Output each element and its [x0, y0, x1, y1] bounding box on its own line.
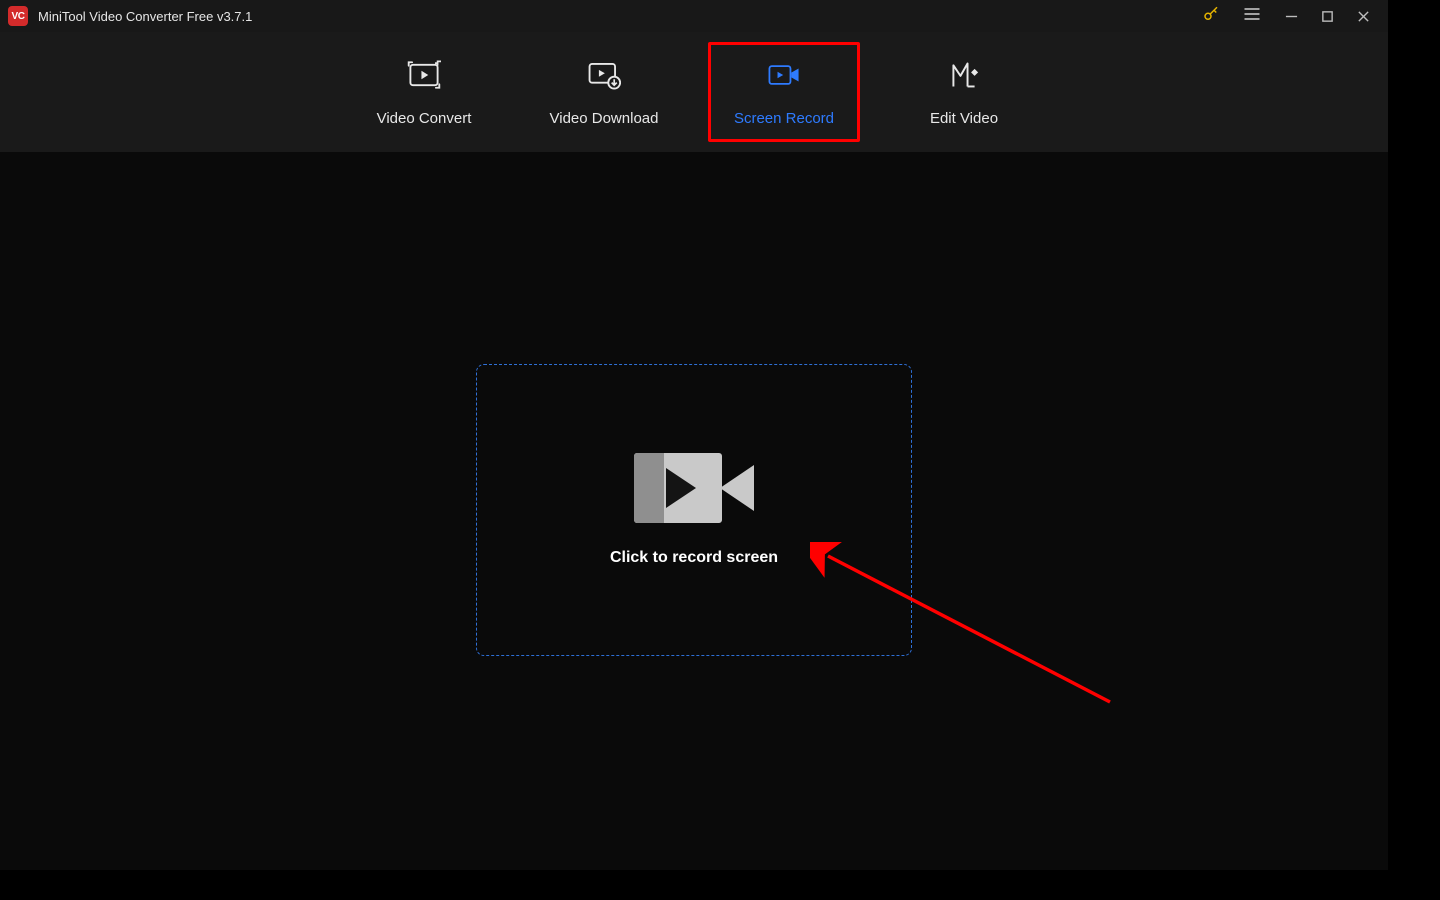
title-controls: [1202, 4, 1380, 29]
tab-video-download[interactable]: Video Download: [514, 32, 694, 152]
main-content-area: Click to record screen: [0, 152, 1388, 870]
tab-edit-video[interactable]: Edit Video: [874, 32, 1054, 152]
edit-video-icon: [947, 58, 981, 92]
tab-screen-record[interactable]: Screen Record: [694, 32, 874, 152]
main-toolbar: Video Convert Video Download: [0, 32, 1388, 152]
close-button[interactable]: [1356, 9, 1370, 23]
screen-record-icon: [767, 58, 801, 92]
minimize-button[interactable]: [1284, 9, 1298, 23]
window-title: MiniTool Video Converter Free v3.7.1: [38, 9, 1202, 24]
key-icon[interactable]: [1202, 5, 1220, 28]
record-prompt-text: Click to record screen: [610, 549, 778, 567]
app-window: VC MiniTool Video Converter Free v3.7.1: [0, 0, 1388, 870]
video-camera-icon: [634, 453, 754, 523]
app-logo-text: VC: [12, 11, 25, 22]
tab-video-convert[interactable]: Video Convert: [334, 32, 514, 152]
convert-icon: [407, 58, 441, 92]
tab-label: Video Download: [550, 110, 659, 127]
hamburger-menu-icon[interactable]: [1242, 4, 1262, 29]
tab-label: Screen Record: [734, 110, 834, 127]
maximize-button[interactable]: [1320, 9, 1334, 23]
tab-label: Edit Video: [930, 110, 998, 127]
app-logo: VC: [8, 6, 28, 26]
record-screen-button[interactable]: Click to record screen: [476, 364, 912, 656]
titlebar: VC MiniTool Video Converter Free v3.7.1: [0, 0, 1388, 32]
download-icon: [587, 58, 621, 92]
tab-label: Video Convert: [377, 110, 472, 127]
